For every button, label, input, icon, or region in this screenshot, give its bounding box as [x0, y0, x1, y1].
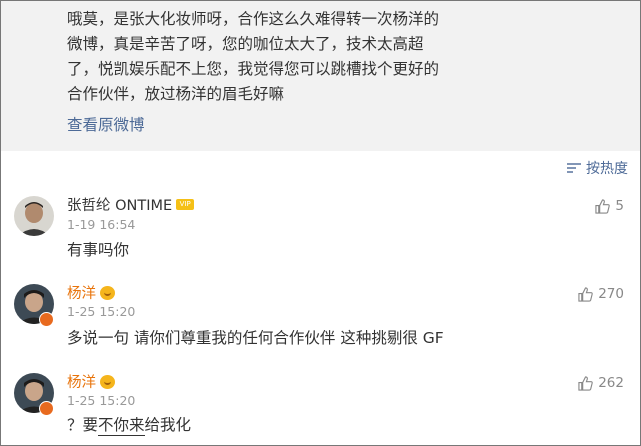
like-button[interactable]: 270 [578, 286, 624, 302]
like-button[interactable]: 262 [578, 375, 624, 391]
like-count: 262 [598, 375, 624, 391]
verified-badge-icon [39, 312, 54, 327]
view-original-post-link[interactable]: 查看原微博 [67, 113, 145, 135]
author-name: 张哲纶 ONTIME [67, 198, 173, 214]
comment-text: ？要不你来给我化 [67, 413, 192, 436]
comment-time: 1-25 15:20 [67, 304, 136, 319]
quote-line: 了，悦凯娱乐配不上您，我觉得您可以跳槽找个更好的 [67, 60, 440, 78]
comment-author[interactable]: 杨洋 [67, 282, 115, 303]
comment-item: 杨洋 1-25 15:20 ？要不你来给我化 262 [1, 365, 640, 445]
quote-line: 合作伙伴，放过杨洋的眉毛好嘛 [67, 85, 285, 103]
comment-text: 多说一句 请你们尊重我的任何合作伙伴 这种挑剔很 GF [67, 329, 444, 347]
comment-text-part: 不你来 [98, 416, 145, 436]
quote-line: 哦莫，是张大化妆师呀，合作这么久难得转一次杨洋的 [67, 10, 440, 28]
sort-by-hot-button[interactable]: 按热度 [567, 158, 628, 178]
comment-text-part: ？要 [67, 416, 99, 434]
comment-time: 1-25 15:20 [67, 393, 136, 408]
sort-icon [567, 163, 581, 173]
comment-item: 张哲纶 ONTIME VIP 1-19 16:54 有事吗你 5 [1, 186, 640, 271]
crown-icon [100, 285, 115, 300]
comment-text-part: 给我化 [144, 416, 192, 434]
thumbs-up-icon [578, 375, 593, 391]
author-name: 杨洋 [67, 286, 96, 302]
quote-line: 微博，真是辛苦了呀，您的咖位太大了，技术太高超 [67, 35, 424, 53]
comment-text: 有事吗你 [67, 241, 130, 259]
member-icon: VIP [176, 199, 195, 210]
quoted-post: 哦莫，是张大化妆师呀，合作这么久难得转一次杨洋的 微博，真是辛苦了呀，您的咖位太… [1, 1, 640, 151]
sort-bar: 按热度 [1, 151, 640, 186]
sort-label: 按热度 [586, 161, 628, 177]
comment-author[interactable]: 杨洋 [67, 371, 115, 392]
crown-icon [100, 374, 115, 389]
author-name: 杨洋 [67, 375, 96, 391]
like-count: 5 [615, 198, 624, 214]
comment-author[interactable]: 张哲纶 ONTIME VIP [67, 194, 195, 215]
verified-badge-icon [39, 401, 54, 416]
avatar-image [14, 196, 54, 236]
comment-time: 1-19 16:54 [67, 217, 136, 232]
quoted-post-text: 哦莫，是张大化妆师呀，合作这么久难得转一次杨洋的 微博，真是辛苦了呀，您的咖位太… [67, 7, 467, 107]
thumbs-up-icon [595, 198, 611, 214]
avatar[interactable] [14, 196, 54, 236]
screenshot-frame: 哦莫，是张大化妆师呀，合作这么久难得转一次杨洋的 微博，真是辛苦了呀，您的咖位太… [0, 0, 641, 446]
like-count: 270 [598, 286, 624, 302]
like-button[interactable]: 5 [595, 198, 624, 214]
thumbs-up-icon [578, 286, 593, 302]
comment-item: 杨洋 1-25 15:20 多说一句 请你们尊重我的任何合作伙伴 这种挑剔很 G… [1, 276, 640, 361]
